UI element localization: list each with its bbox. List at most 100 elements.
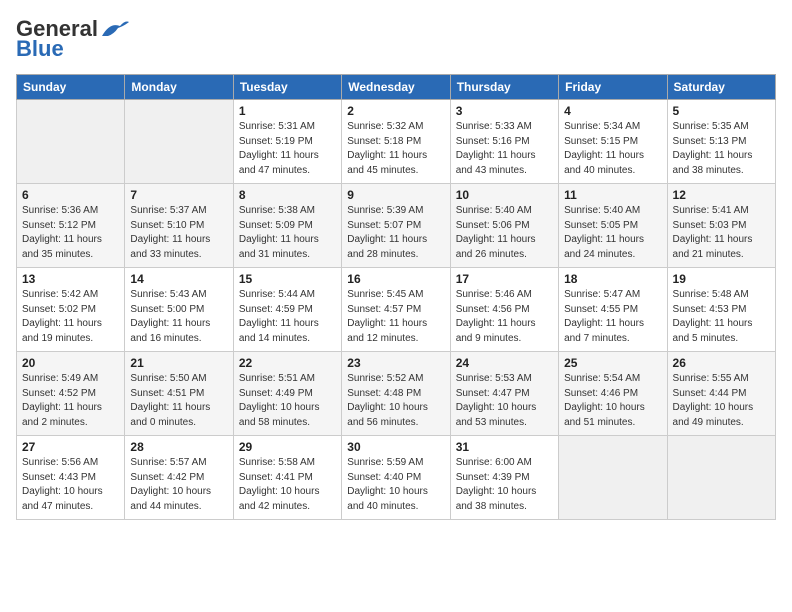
day-number: 9 <box>347 188 444 202</box>
calendar-day-cell <box>559 436 667 520</box>
day-info: Sunrise: 5:49 AMSunset: 4:52 PMDaylight:… <box>22 372 119 430</box>
day-info: Sunrise: 5:47 AMSunset: 4:55 PMDaylight:… <box>564 288 661 346</box>
day-info: Sunrise: 5:44 AMSunset: 4:59 PMDaylight:… <box>239 288 336 346</box>
day-info: Sunrise: 5:37 AMSunset: 5:10 PMDaylight:… <box>130 204 227 262</box>
calendar-week-row: 20Sunrise: 5:49 AMSunset: 4:52 PMDayligh… <box>17 352 776 436</box>
day-number: 17 <box>456 272 553 286</box>
calendar-week-row: 13Sunrise: 5:42 AMSunset: 5:02 PMDayligh… <box>17 268 776 352</box>
day-info: Sunrise: 5:40 AMSunset: 5:06 PMDaylight:… <box>456 204 553 262</box>
day-info: Sunrise: 5:46 AMSunset: 4:56 PMDaylight:… <box>456 288 553 346</box>
day-number: 1 <box>239 104 336 118</box>
calendar-day-cell: 12 Sunrise: 5:41 AMSunset: 5:03 PMDayligh… <box>667 184 775 268</box>
day-info: Sunrise: 5:33 AMSunset: 5:16 PMDaylight:… <box>456 120 553 178</box>
day-info: Sunrise: 5:36 AMSunset: 5:12 PMDaylight:… <box>22 204 119 262</box>
day-info: Sunrise: 5:40 AMSunset: 5:05 PMDaylight:… <box>564 204 661 262</box>
calendar-day-cell: 16 Sunrise: 5:45 AMSunset: 4:57 PMDayligh… <box>342 268 450 352</box>
day-info: Sunrise: 5:57 AMSunset: 4:42 PMDaylight:… <box>130 456 227 514</box>
day-number: 8 <box>239 188 336 202</box>
day-number: 13 <box>22 272 119 286</box>
calendar-body: 1 Sunrise: 5:31 AMSunset: 5:19 PMDaylight… <box>17 100 776 520</box>
day-info: Sunrise: 5:35 AMSunset: 5:13 PMDaylight:… <box>673 120 770 178</box>
calendar-day-cell: 18 Sunrise: 5:47 AMSunset: 4:55 PMDayligh… <box>559 268 667 352</box>
calendar-day-cell: 30Sunrise: 5:59 AMSunset: 4:40 PMDayligh… <box>342 436 450 520</box>
weekday-header-cell: Tuesday <box>233 75 341 100</box>
day-number: 31 <box>456 440 553 454</box>
calendar-day-cell: 11 Sunrise: 5:40 AMSunset: 5:05 PMDayligh… <box>559 184 667 268</box>
day-info: Sunrise: 5:45 AMSunset: 4:57 PMDaylight:… <box>347 288 444 346</box>
calendar-day-cell <box>667 436 775 520</box>
calendar-week-row: 1 Sunrise: 5:31 AMSunset: 5:19 PMDaylight… <box>17 100 776 184</box>
calendar-table: SundayMondayTuesdayWednesdayThursdayFrid… <box>16 74 776 520</box>
day-info: Sunrise: 6:00 AMSunset: 4:39 PMDaylight:… <box>456 456 553 514</box>
day-info: Sunrise: 5:50 AMSunset: 4:51 PMDaylight:… <box>130 372 227 430</box>
calendar-day-cell: 20Sunrise: 5:49 AMSunset: 4:52 PMDayligh… <box>17 352 125 436</box>
calendar-day-cell: 22 Sunrise: 5:51 AMSunset: 4:49 PMDayligh… <box>233 352 341 436</box>
calendar-day-cell: 9Sunrise: 5:39 AMSunset: 5:07 PMDaylight… <box>342 184 450 268</box>
day-info: Sunrise: 5:38 AMSunset: 5:09 PMDaylight:… <box>239 204 336 262</box>
weekday-header-row: SundayMondayTuesdayWednesdayThursdayFrid… <box>17 75 776 100</box>
calendar-day-cell: 25 Sunrise: 5:54 AMSunset: 4:46 PMDayligh… <box>559 352 667 436</box>
day-number: 28 <box>130 440 227 454</box>
day-number: 18 <box>564 272 661 286</box>
day-number: 21 <box>130 356 227 370</box>
day-number: 14 <box>130 272 227 286</box>
day-info: Sunrise: 5:32 AMSunset: 5:18 PMDaylight:… <box>347 120 444 178</box>
day-number: 22 <box>239 356 336 370</box>
weekday-header-cell: Saturday <box>667 75 775 100</box>
page-header: General Blue <box>16 16 776 62</box>
day-info: Sunrise: 5:51 AMSunset: 4:49 PMDaylight:… <box>239 372 336 430</box>
calendar-day-cell: 31 Sunrise: 6:00 AMSunset: 4:39 PMDayligh… <box>450 436 558 520</box>
day-info: Sunrise: 5:31 AMSunset: 5:19 PMDaylight:… <box>239 120 336 178</box>
day-number: 19 <box>673 272 770 286</box>
calendar-day-cell: 4 Sunrise: 5:34 AMSunset: 5:15 PMDaylight… <box>559 100 667 184</box>
calendar-day-cell: 17 Sunrise: 5:46 AMSunset: 4:56 PMDayligh… <box>450 268 558 352</box>
day-number: 15 <box>239 272 336 286</box>
day-info: Sunrise: 5:34 AMSunset: 5:15 PMDaylight:… <box>564 120 661 178</box>
day-number: 3 <box>456 104 553 118</box>
day-number: 4 <box>564 104 661 118</box>
weekday-header-cell: Friday <box>559 75 667 100</box>
day-number: 24 <box>456 356 553 370</box>
day-number: 2 <box>347 104 444 118</box>
calendar-week-row: 6Sunrise: 5:36 AMSunset: 5:12 PMDaylight… <box>17 184 776 268</box>
calendar-day-cell: 2 Sunrise: 5:32 AMSunset: 5:18 PMDaylight… <box>342 100 450 184</box>
day-number: 23 <box>347 356 444 370</box>
weekday-header-cell: Monday <box>125 75 233 100</box>
calendar-week-row: 27 Sunrise: 5:56 AMSunset: 4:43 PMDayligh… <box>17 436 776 520</box>
day-number: 11 <box>564 188 661 202</box>
logo-blue: Blue <box>16 36 64 62</box>
calendar-day-cell: 23 Sunrise: 5:52 AMSunset: 4:48 PMDayligh… <box>342 352 450 436</box>
day-number: 27 <box>22 440 119 454</box>
day-info: Sunrise: 5:52 AMSunset: 4:48 PMDaylight:… <box>347 372 444 430</box>
calendar-day-cell: 8 Sunrise: 5:38 AMSunset: 5:09 PMDaylight… <box>233 184 341 268</box>
calendar-day-cell: 19 Sunrise: 5:48 AMSunset: 4:53 PMDayligh… <box>667 268 775 352</box>
day-info: Sunrise: 5:48 AMSunset: 4:53 PMDaylight:… <box>673 288 770 346</box>
calendar-day-cell: 29Sunrise: 5:58 AMSunset: 4:41 PMDayligh… <box>233 436 341 520</box>
weekday-header-cell: Sunday <box>17 75 125 100</box>
day-info: Sunrise: 5:53 AMSunset: 4:47 PMDaylight:… <box>456 372 553 430</box>
calendar-day-cell: 13Sunrise: 5:42 AMSunset: 5:02 PMDayligh… <box>17 268 125 352</box>
day-number: 29 <box>239 440 336 454</box>
day-info: Sunrise: 5:43 AMSunset: 5:00 PMDaylight:… <box>130 288 227 346</box>
day-number: 12 <box>673 188 770 202</box>
day-number: 5 <box>673 104 770 118</box>
calendar-day-cell <box>17 100 125 184</box>
day-number: 25 <box>564 356 661 370</box>
calendar-day-cell: 6Sunrise: 5:36 AMSunset: 5:12 PMDaylight… <box>17 184 125 268</box>
calendar-day-cell: 24 Sunrise: 5:53 AMSunset: 4:47 PMDayligh… <box>450 352 558 436</box>
calendar-day-cell: 1 Sunrise: 5:31 AMSunset: 5:19 PMDaylight… <box>233 100 341 184</box>
calendar-day-cell: 21 Sunrise: 5:50 AMSunset: 4:51 PMDayligh… <box>125 352 233 436</box>
logo-bird-icon <box>100 18 130 40</box>
day-info: Sunrise: 5:59 AMSunset: 4:40 PMDaylight:… <box>347 456 444 514</box>
day-info: Sunrise: 5:56 AMSunset: 4:43 PMDaylight:… <box>22 456 119 514</box>
day-info: Sunrise: 5:41 AMSunset: 5:03 PMDaylight:… <box>673 204 770 262</box>
day-number: 10 <box>456 188 553 202</box>
day-info: Sunrise: 5:54 AMSunset: 4:46 PMDaylight:… <box>564 372 661 430</box>
weekday-header-cell: Wednesday <box>342 75 450 100</box>
logo: General Blue <box>16 16 130 62</box>
day-info: Sunrise: 5:55 AMSunset: 4:44 PMDaylight:… <box>673 372 770 430</box>
day-number: 26 <box>673 356 770 370</box>
calendar-day-cell: 28 Sunrise: 5:57 AMSunset: 4:42 PMDayligh… <box>125 436 233 520</box>
day-number: 16 <box>347 272 444 286</box>
calendar-day-cell: 3 Sunrise: 5:33 AMSunset: 5:16 PMDaylight… <box>450 100 558 184</box>
